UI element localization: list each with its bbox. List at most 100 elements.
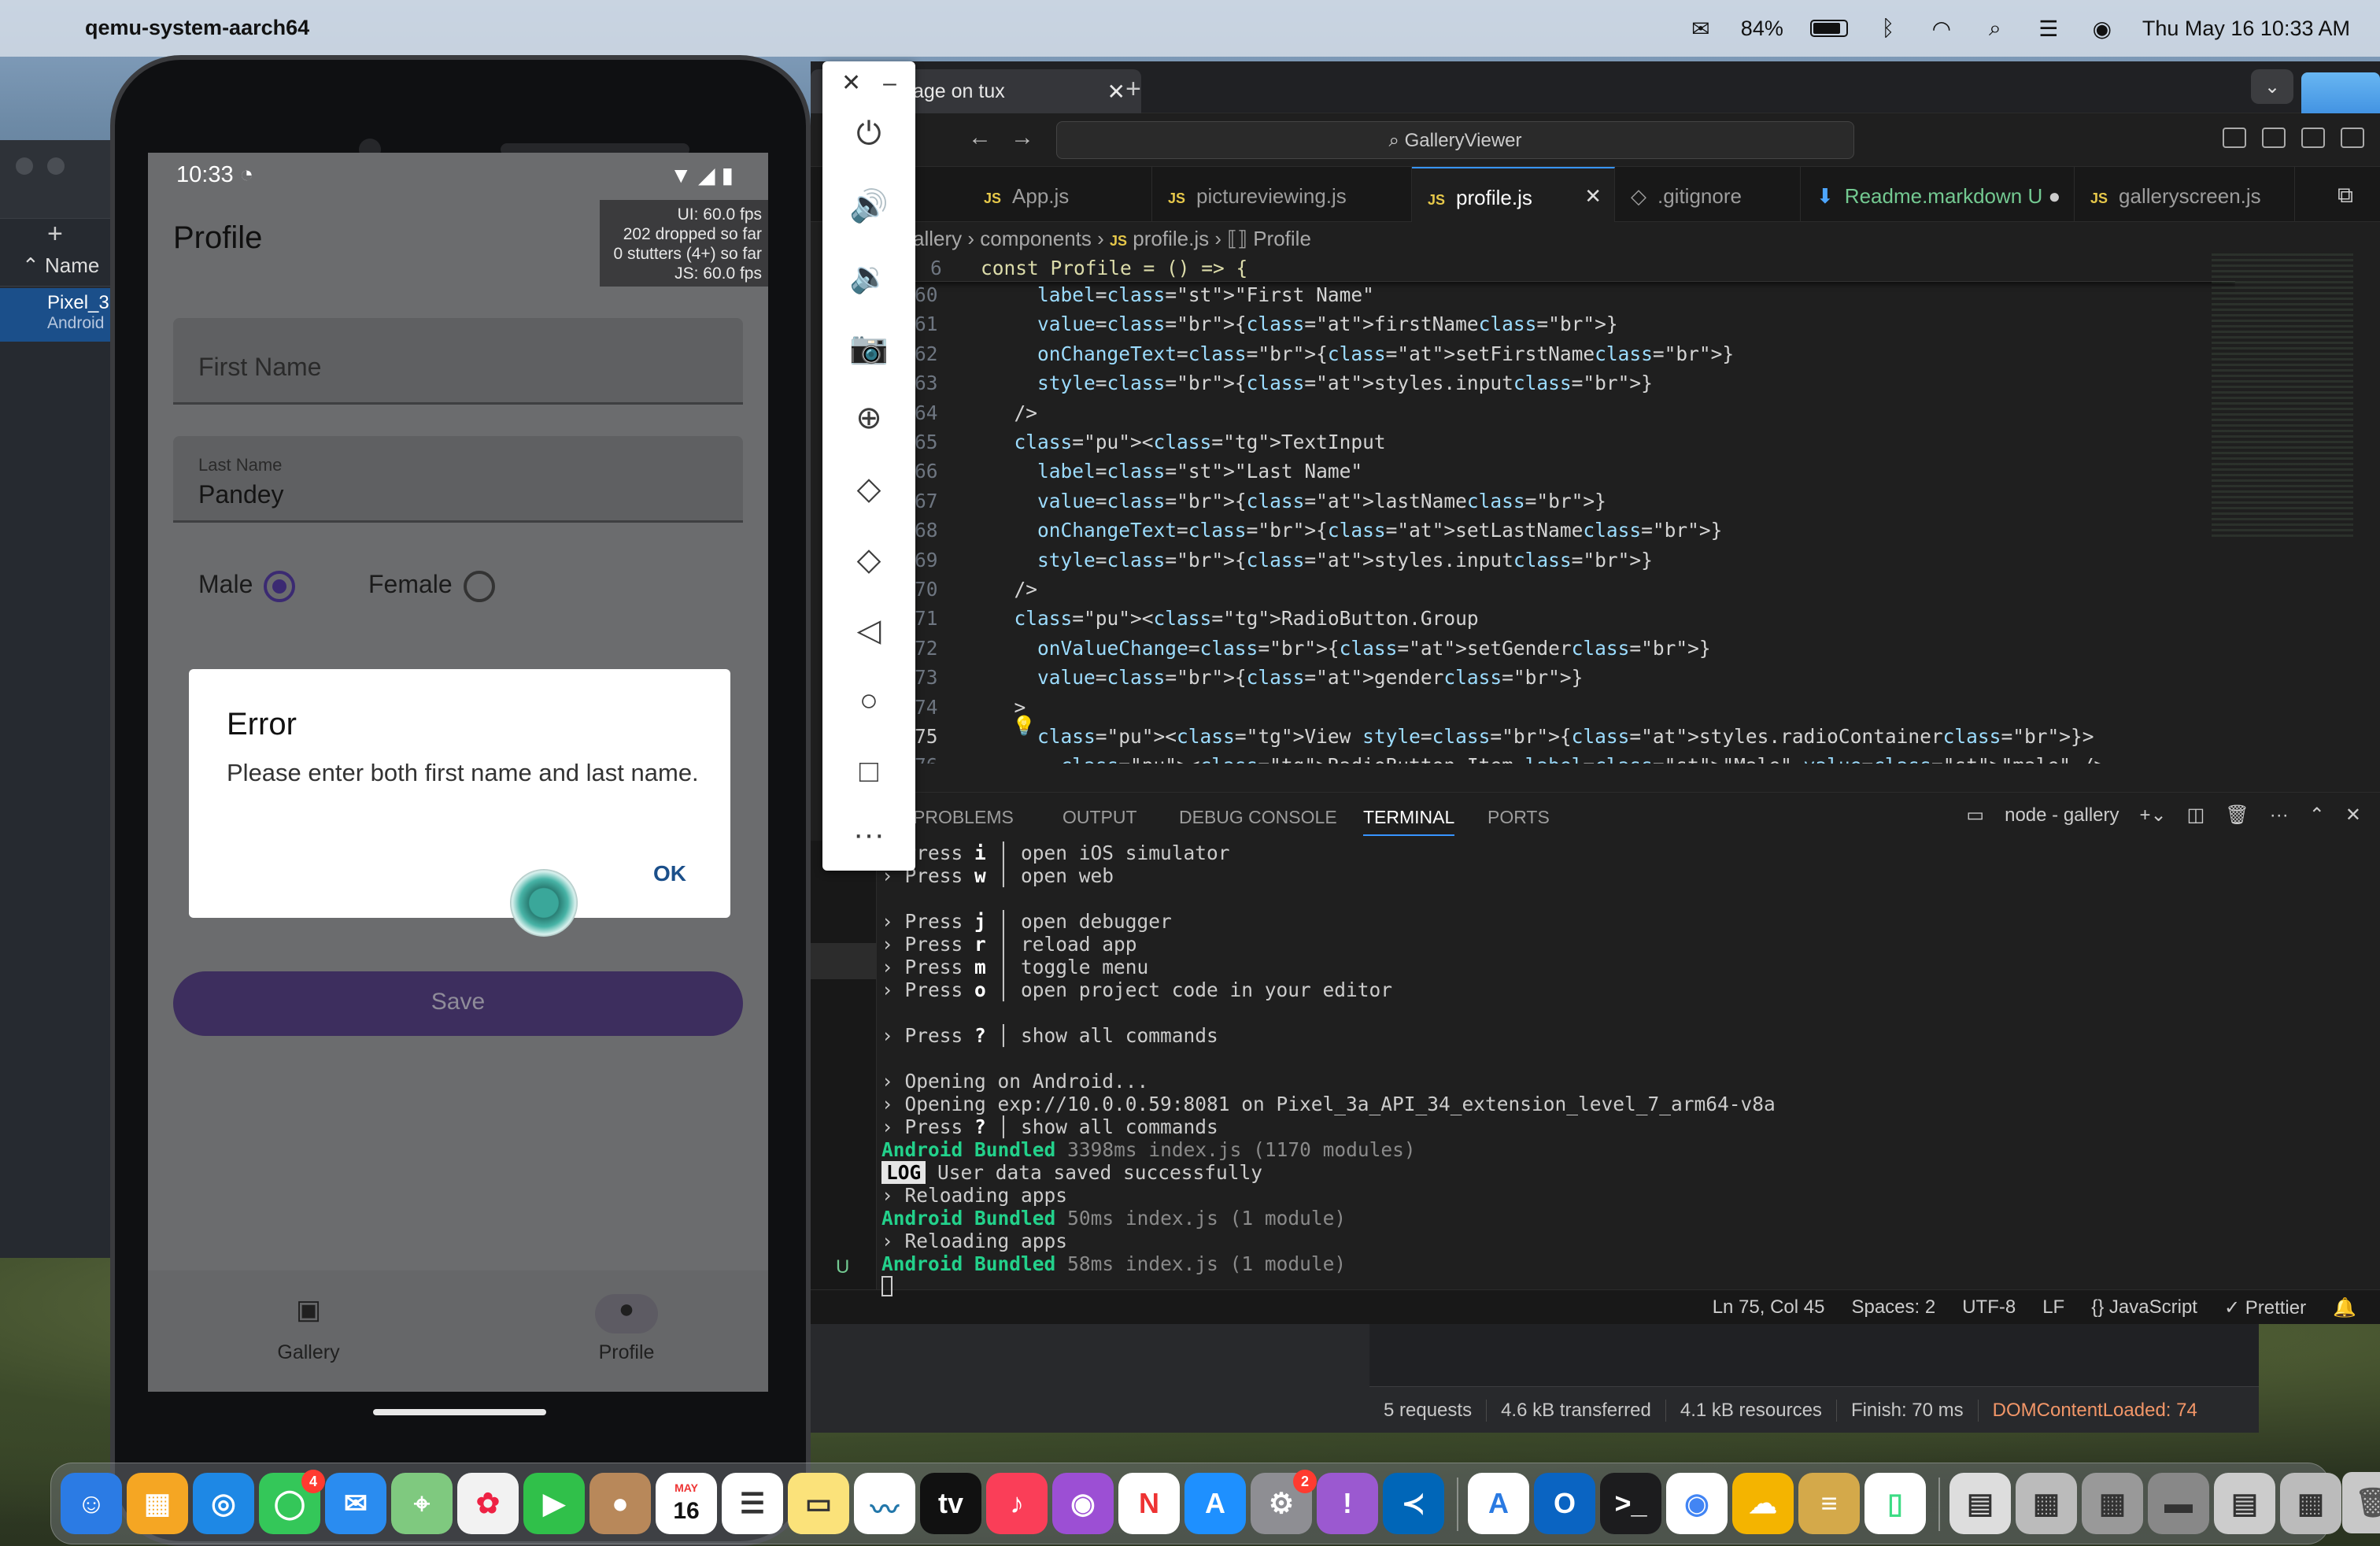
close-editor-icon[interactable]: ✕ [1584, 184, 1602, 209]
toggle-panel-icon[interactable] [2262, 128, 2286, 148]
menubar-clock[interactable]: Thu May 16 10:33 AM [2142, 17, 2350, 41]
nav-arrows[interactable]: ←→ [968, 124, 1053, 151]
window-minimize-button[interactable] [47, 157, 65, 175]
vscode-icon[interactable]: ≺ [1383, 1473, 1444, 1534]
screenshot-thumb-icon[interactable]: ▦ [2082, 1473, 2143, 1534]
rotate-right-icon[interactable]: ◇ [822, 542, 915, 578]
close-panel-icon[interactable]: ✕ [2345, 804, 2361, 827]
news-icon[interactable]: N [1118, 1473, 1180, 1534]
save-button[interactable]: Save [173, 971, 743, 1036]
safari-icon[interactable]: ◎ [193, 1473, 254, 1534]
screenshot-thumb-icon[interactable]: ▬ [2148, 1473, 2209, 1534]
document-icon[interactable]: ▤ [1949, 1473, 2011, 1534]
terminal-output[interactable]: › Press i │ open iOS simulator › Press w … [881, 841, 2369, 1296]
code-editor[interactable]: 6 const Profile = () => { 60 label=class… [913, 253, 2235, 764]
command-search-box[interactable]: ⌕ GalleryViewer [1056, 121, 1854, 159]
tab-app-js[interactable]: JS App.js [968, 167, 1152, 222]
photos-icon[interactable]: ✿ [457, 1473, 519, 1534]
more-actions-icon[interactable]: ··· [2270, 804, 2289, 827]
maximize-panel-icon[interactable]: ⌃ [2309, 804, 2325, 827]
tab-ports[interactable]: PORTS [1488, 807, 1550, 828]
radio-male[interactable]: Male [198, 570, 296, 602]
home-icon[interactable]: ○ [822, 683, 915, 719]
last-name-field[interactable]: Last Name Pandey [173, 436, 743, 523]
camera-icon[interactable]: 📷 [822, 329, 915, 366]
overview-icon[interactable]: □ [822, 754, 915, 790]
customize-layout-icon[interactable] [2341, 128, 2364, 148]
podcasts-icon[interactable]: ◉ [1052, 1473, 1114, 1534]
mail-icon[interactable]: ✉ [325, 1473, 386, 1534]
trash-icon[interactable]: 🗑 [2342, 1472, 2380, 1533]
indentation[interactable]: Spaces: 2 [1851, 1296, 1935, 1319]
new-terminal-icon[interactable]: +⌄ [2140, 804, 2167, 827]
split-editor-icon[interactable]: ⧉ [2338, 183, 2353, 209]
notifications-icon[interactable]: 🔔 [2333, 1296, 2356, 1319]
tab-gitignore[interactable]: ◇ .gitignore [1615, 167, 1801, 222]
system-settings-icon[interactable]: ⚙ 2 [1251, 1470, 1317, 1534]
siri-icon[interactable]: ◉ [2089, 17, 2116, 41]
device-list-item[interactable]: Pixel_3 Android [0, 288, 118, 342]
app-store-icon[interactable]: A [1184, 1473, 1246, 1534]
volume-up-icon[interactable]: 🔊 [822, 187, 915, 224]
trash-icon[interactable]: 🗑 [2225, 804, 2249, 827]
downloads-stack-icon[interactable]: ▤ [2214, 1473, 2275, 1534]
more-icon[interactable]: ··· [822, 817, 915, 853]
breadcrumb-folder[interactable]: allery [913, 227, 962, 250]
bluetooth-icon[interactable]: ᛒ [1875, 16, 1901, 40]
radio-unchecked-icon[interactable] [463, 570, 495, 602]
chrome-icon[interactable]: ◉ [1666, 1473, 1728, 1534]
messages-icon[interactable]: ◯ 4 [259, 1470, 325, 1534]
radio-female[interactable]: Female [368, 570, 495, 602]
nav-gallery[interactable]: ▣ Gallery [238, 1294, 379, 1364]
postman-icon[interactable]: ☁ [1732, 1473, 1794, 1534]
tab-terminal[interactable]: TERMINAL [1363, 807, 1455, 836]
terminal-cursor[interactable] [881, 1276, 893, 1296]
outlook-icon[interactable]: O [1534, 1473, 1595, 1534]
spotlight-search-icon[interactable]: ⌕ [1982, 16, 2009, 40]
screenshot-thumb-icon[interactable]: ▦ [2016, 1473, 2077, 1534]
new-tab-icon[interactable]: + [1125, 74, 1141, 105]
android-studio-icon[interactable]: ▯ [1864, 1473, 1926, 1534]
tab-pictureviewing-js[interactable]: JS pictureviewing.js [1152, 167, 1412, 222]
breadcrumb-file[interactable]: profile.js [1133, 227, 1209, 250]
calendar-icon[interactable]: MAY 16 [656, 1473, 717, 1534]
control-center-icon[interactable]: ☰ [2035, 17, 2062, 41]
outlook-status-icon[interactable]: ✉ [1687, 17, 1714, 41]
active-app-name[interactable]: qemu-system-aarch64 [85, 16, 309, 40]
terminal-name[interactable]: node - gallery [2005, 804, 2119, 827]
tab-debug-console[interactable]: DEBUG CONSOLE [1179, 807, 1337, 828]
minimap[interactable] [2212, 253, 2353, 537]
emulator-window-controls[interactable]: ✕– [841, 69, 918, 97]
toggle-secondary-sidebar-icon[interactable] [2301, 128, 2325, 148]
freeform-icon[interactable]: 〰 [854, 1473, 915, 1534]
facetime-icon[interactable]: ▶ [523, 1473, 585, 1534]
launchpad-icon[interactable]: ▦ [127, 1473, 188, 1534]
tv-icon[interactable]: tv [920, 1473, 981, 1534]
wifi-icon[interactable]: ◠ [1928, 17, 1955, 41]
split-terminal-icon[interactable]: ◫ [2187, 804, 2205, 827]
tab-galleryscreen-js[interactable]: JS galleryscreen.js [2075, 167, 2295, 222]
music-icon[interactable]: ♪ [986, 1473, 1048, 1534]
finder-icon[interactable]: ☺ [61, 1473, 122, 1534]
terminal-icon[interactable]: >_ [1600, 1473, 1661, 1534]
gesture-home-bar[interactable] [373, 1409, 546, 1415]
xcode-instruments-icon[interactable]: A [1468, 1473, 1529, 1534]
nav-profile[interactable]: ● Profile [556, 1294, 697, 1364]
formatter[interactable]: ✓ Prettier [2224, 1296, 2306, 1319]
reminders-icon[interactable]: ☰ [722, 1473, 783, 1534]
sticky-scroll-line[interactable]: 6 const Profile = () => { [913, 253, 2235, 282]
breadcrumb-components[interactable]: components [980, 227, 1092, 250]
contacts-icon[interactable]: ● [589, 1473, 651, 1534]
tab-readme[interactable]: ⬇ Readme.markdown U ● [1801, 167, 2075, 222]
first-name-field[interactable]: First Name [173, 318, 743, 405]
toggle-sidebar-icon[interactable] [2223, 128, 2246, 148]
tab-output[interactable]: OUTPUT [1062, 807, 1137, 828]
cursor-position[interactable]: Ln 75, Col 45 [1713, 1296, 1825, 1319]
language-mode[interactable]: {} JavaScript [2091, 1296, 2197, 1319]
ok-button[interactable]: OK [653, 861, 686, 886]
notes-icon[interactable]: ▭ [788, 1473, 849, 1534]
breadcrumb-symbol[interactable]: Profile [1253, 227, 1311, 250]
maps-icon[interactable]: ⌖ [391, 1473, 453, 1534]
window-close-button[interactable] [16, 157, 33, 175]
volume-down-icon[interactable]: 🔉 [822, 258, 915, 295]
